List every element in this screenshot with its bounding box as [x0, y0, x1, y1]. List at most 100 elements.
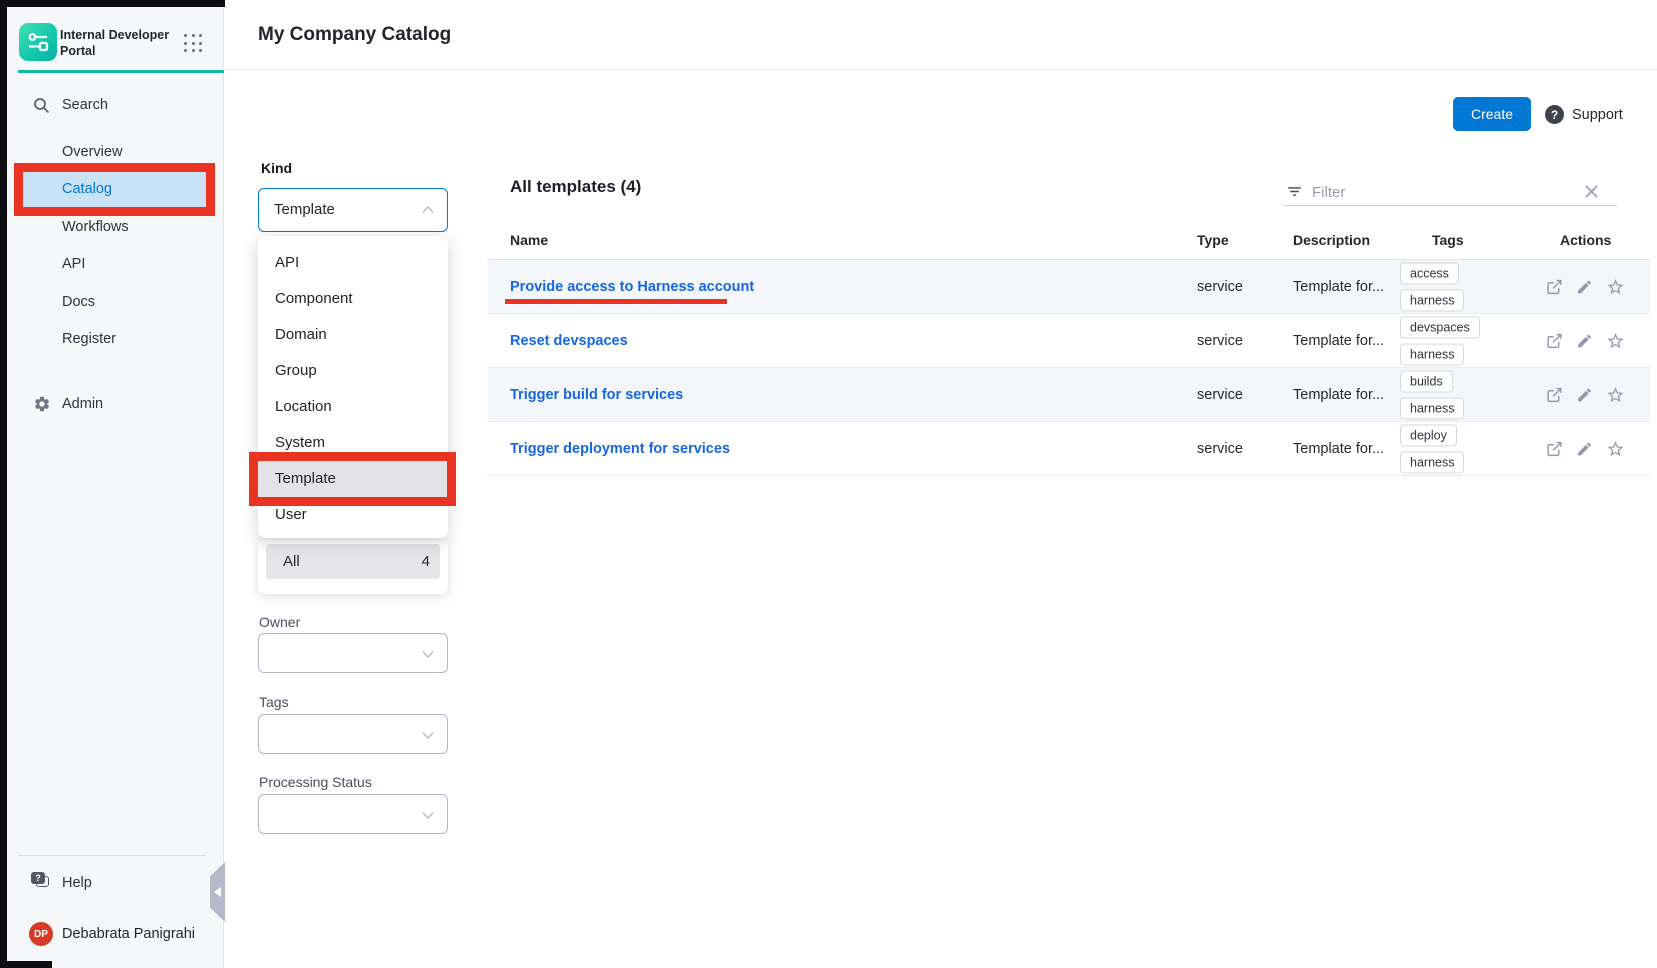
- kind-option-api[interactable]: API: [258, 245, 448, 281]
- edit-pencil-icon[interactable]: [1576, 440, 1593, 457]
- tag-chip: access: [1400, 262, 1459, 284]
- open-external-icon[interactable]: [1546, 440, 1563, 457]
- column-header-name: Name: [510, 232, 548, 248]
- sidebar-item-docs[interactable]: Docs: [62, 294, 95, 311]
- close-icon[interactable]: [1584, 184, 1599, 199]
- table-filter-input[interactable]: Filter: [1312, 184, 1345, 201]
- template-link[interactable]: Provide access to Harness account: [510, 279, 754, 295]
- support-label: Support: [1572, 107, 1623, 123]
- chevron-down-icon: [422, 727, 433, 738]
- pipeline-logo-glyph: [26, 30, 50, 54]
- kind-summary-card: All 4: [258, 540, 448, 594]
- tag-chip: harness: [1400, 289, 1464, 311]
- sidebar-item-admin[interactable]: Admin: [62, 396, 103, 413]
- kind-option-location[interactable]: Location: [258, 389, 448, 425]
- tag-chip: harness: [1400, 451, 1464, 473]
- table-row: Reset devspaces service Template for... …: [487, 314, 1650, 368]
- column-header-description: Description: [1293, 232, 1370, 248]
- kind-select-value: Template: [259, 189, 447, 230]
- type-value: service: [1197, 441, 1243, 457]
- tags-filter-label: Tags: [259, 694, 289, 710]
- question-mark-icon: ?: [1545, 105, 1564, 124]
- kind-filter-label: Kind: [261, 160, 292, 176]
- kind-option-component[interactable]: Component: [258, 281, 448, 317]
- open-external-icon[interactable]: [1546, 278, 1563, 295]
- app-switcher-icon[interactable]: [184, 34, 203, 53]
- support-link[interactable]: ? Support: [1545, 105, 1623, 124]
- edit-pencil-icon[interactable]: [1576, 386, 1593, 403]
- table-row: Trigger deployment for services service …: [487, 422, 1650, 476]
- actions-cell: [1546, 331, 1625, 350]
- column-header-tags: Tags: [1432, 232, 1464, 248]
- brand-line1: Internal Developer: [60, 28, 169, 42]
- table-filter-underline: [1284, 205, 1617, 206]
- window-edge-left: [0, 0, 7, 968]
- column-header-actions: Actions: [1560, 232, 1611, 248]
- tags-select[interactable]: [258, 714, 448, 754]
- star-icon[interactable]: [1606, 277, 1625, 296]
- table-title: All templates (4): [510, 177, 641, 197]
- kind-summary-row-all[interactable]: All 4: [266, 544, 440, 579]
- kind-select[interactable]: Template: [258, 188, 448, 232]
- app-logo-icon[interactable]: [19, 23, 57, 61]
- user-name[interactable]: Debabrata Panigrahi: [62, 925, 195, 943]
- tags-cell: devspaces harness: [1400, 316, 1480, 365]
- processing-status-filter-label: Processing Status: [259, 774, 372, 790]
- window-edge-top: [0, 0, 225, 7]
- sidebar-divider: [18, 855, 206, 856]
- actions-cell: [1546, 277, 1625, 296]
- tag-chip: harness: [1400, 397, 1464, 419]
- chevron-left-icon: [214, 887, 221, 897]
- tag-chip: deploy: [1400, 424, 1457, 446]
- sidebar-item-api[interactable]: API: [62, 256, 85, 273]
- tags-cell: builds harness: [1400, 370, 1464, 419]
- owner-select[interactable]: [258, 633, 448, 673]
- chevron-down-icon: [422, 807, 433, 818]
- star-icon[interactable]: [1606, 439, 1625, 458]
- template-link[interactable]: Reset devspaces: [510, 333, 628, 349]
- sidebar-item-search[interactable]: Search: [62, 97, 108, 114]
- annotation-underline-first-row: [505, 299, 727, 304]
- tags-cell: deploy harness: [1400, 424, 1464, 473]
- star-icon[interactable]: [1606, 385, 1625, 404]
- processing-status-select[interactable]: [258, 794, 448, 834]
- annotation-box-template-option: [249, 452, 456, 506]
- type-value: service: [1197, 333, 1243, 349]
- chevron-down-icon: [422, 646, 433, 657]
- table-row: Trigger build for services service Templ…: [487, 368, 1650, 422]
- table-row: Provide access to Harness account servic…: [487, 260, 1650, 314]
- kind-option-group[interactable]: Group: [258, 353, 448, 389]
- star-icon[interactable]: [1606, 331, 1625, 350]
- search-icon: [33, 97, 50, 114]
- template-link[interactable]: Trigger build for services: [510, 387, 683, 403]
- tags-cell: access harness: [1400, 262, 1464, 311]
- open-external-icon[interactable]: [1546, 332, 1563, 349]
- sidebar-item-overview[interactable]: Overview: [62, 144, 122, 161]
- sidebar-item-help[interactable]: Help: [62, 875, 92, 892]
- user-avatar[interactable]: DP: [29, 922, 53, 946]
- window-edge-bottom: [0, 961, 52, 968]
- tag-chip: builds: [1400, 370, 1453, 392]
- brand-line2: Portal: [60, 44, 95, 58]
- actions-cell: [1546, 385, 1625, 404]
- template-link[interactable]: Trigger deployment for services: [510, 441, 730, 457]
- sidebar-item-catalog[interactable]: Catalog: [23, 172, 206, 206]
- edit-pencil-icon[interactable]: [1576, 278, 1593, 295]
- brand-divider: [18, 70, 224, 73]
- description-value: Template for...: [1293, 387, 1384, 403]
- sidebar: Internal Developer Portal Search Overvie…: [0, 0, 224, 968]
- create-button[interactable]: Create: [1453, 97, 1531, 131]
- tag-chip: harness: [1400, 343, 1464, 365]
- page-title: My Company Catalog: [258, 24, 451, 46]
- edit-pencil-icon[interactable]: [1576, 332, 1593, 349]
- open-external-icon[interactable]: [1546, 386, 1563, 403]
- gear-icon: [33, 395, 51, 413]
- kind-summary-label: All: [266, 553, 300, 570]
- brand-title: Internal Developer Portal: [60, 27, 185, 60]
- sidebar-item-workflows[interactable]: Workflows: [62, 219, 129, 236]
- sidebar-item-register[interactable]: Register: [62, 331, 116, 348]
- description-value: Template for...: [1293, 441, 1384, 457]
- help-icon: ?: [31, 872, 51, 890]
- kind-option-domain[interactable]: Domain: [258, 317, 448, 353]
- page-header: My Company Catalog: [224, 0, 1657, 70]
